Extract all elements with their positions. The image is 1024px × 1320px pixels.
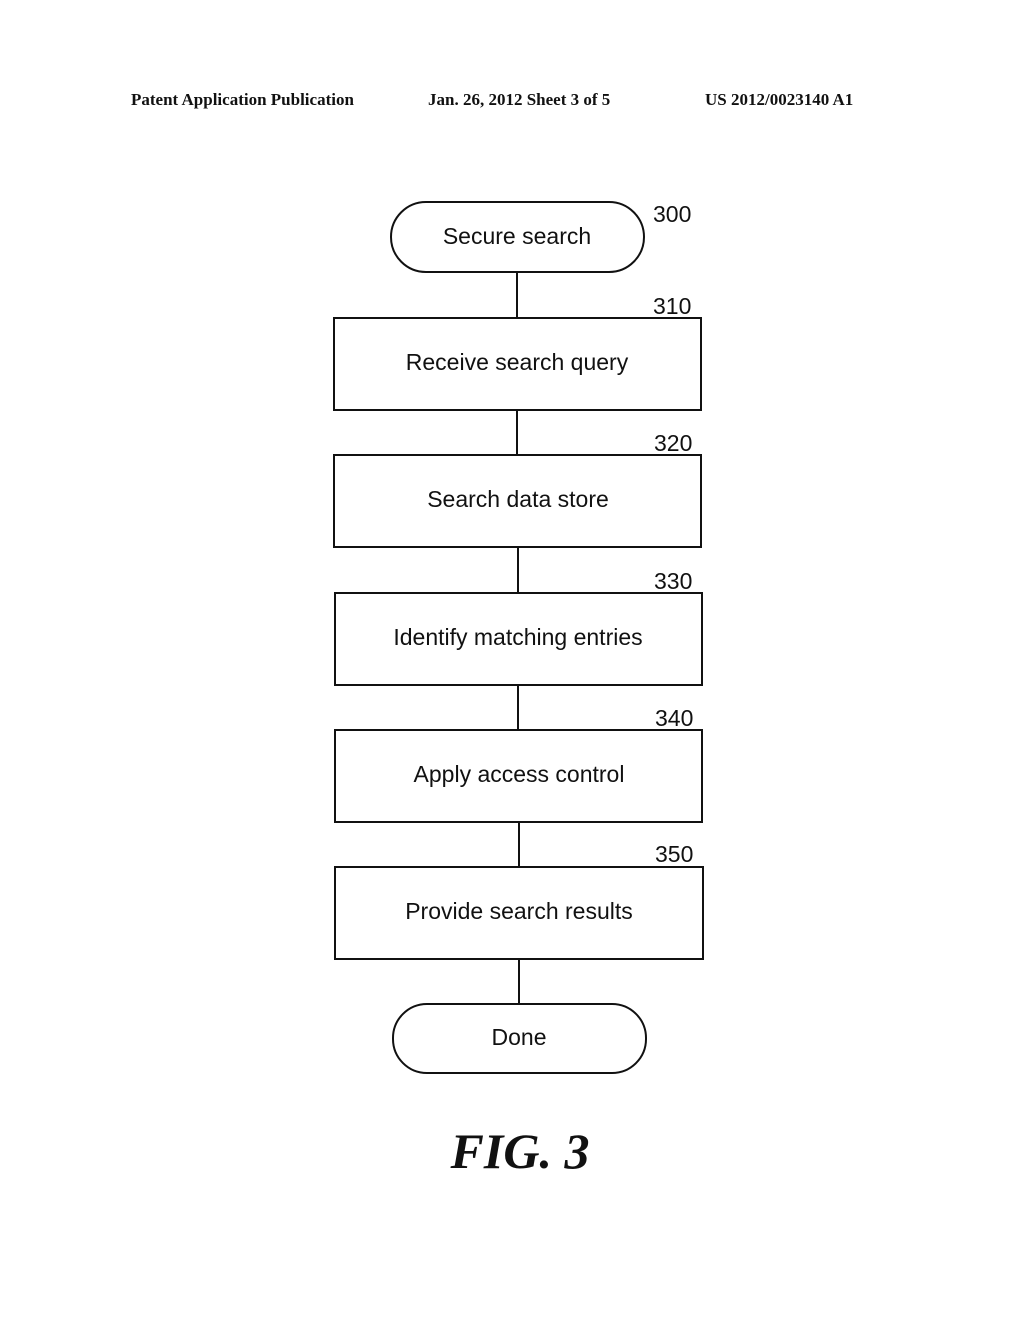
ref-number: 300 [653, 201, 691, 227]
step-label: Apply access control [414, 761, 625, 787]
process-step: Identify matching entries [334, 592, 703, 686]
start-terminator: Secure search [390, 201, 645, 273]
end-terminator: Done [392, 1003, 647, 1074]
start-label: Secure search [443, 223, 591, 249]
ref-number: 350 [655, 841, 693, 867]
step-label: Provide search results [405, 898, 633, 924]
process-step: Apply access control [334, 729, 703, 823]
process-step: Search data store [333, 454, 702, 548]
ref-number: 310 [653, 293, 691, 319]
figure-label: FIG. 3 [450, 1123, 590, 1179]
end-label: Done [492, 1024, 547, 1050]
step-label: Search data store [427, 486, 609, 512]
ref-number: 330 [654, 568, 692, 594]
step-label: Receive search query [406, 349, 629, 375]
process-step: Receive search query [333, 317, 702, 411]
ref-number: 320 [654, 430, 692, 456]
ref-number: 340 [655, 705, 693, 731]
step-label: Identify matching entries [393, 624, 642, 650]
process-step: Provide search results [334, 866, 704, 960]
